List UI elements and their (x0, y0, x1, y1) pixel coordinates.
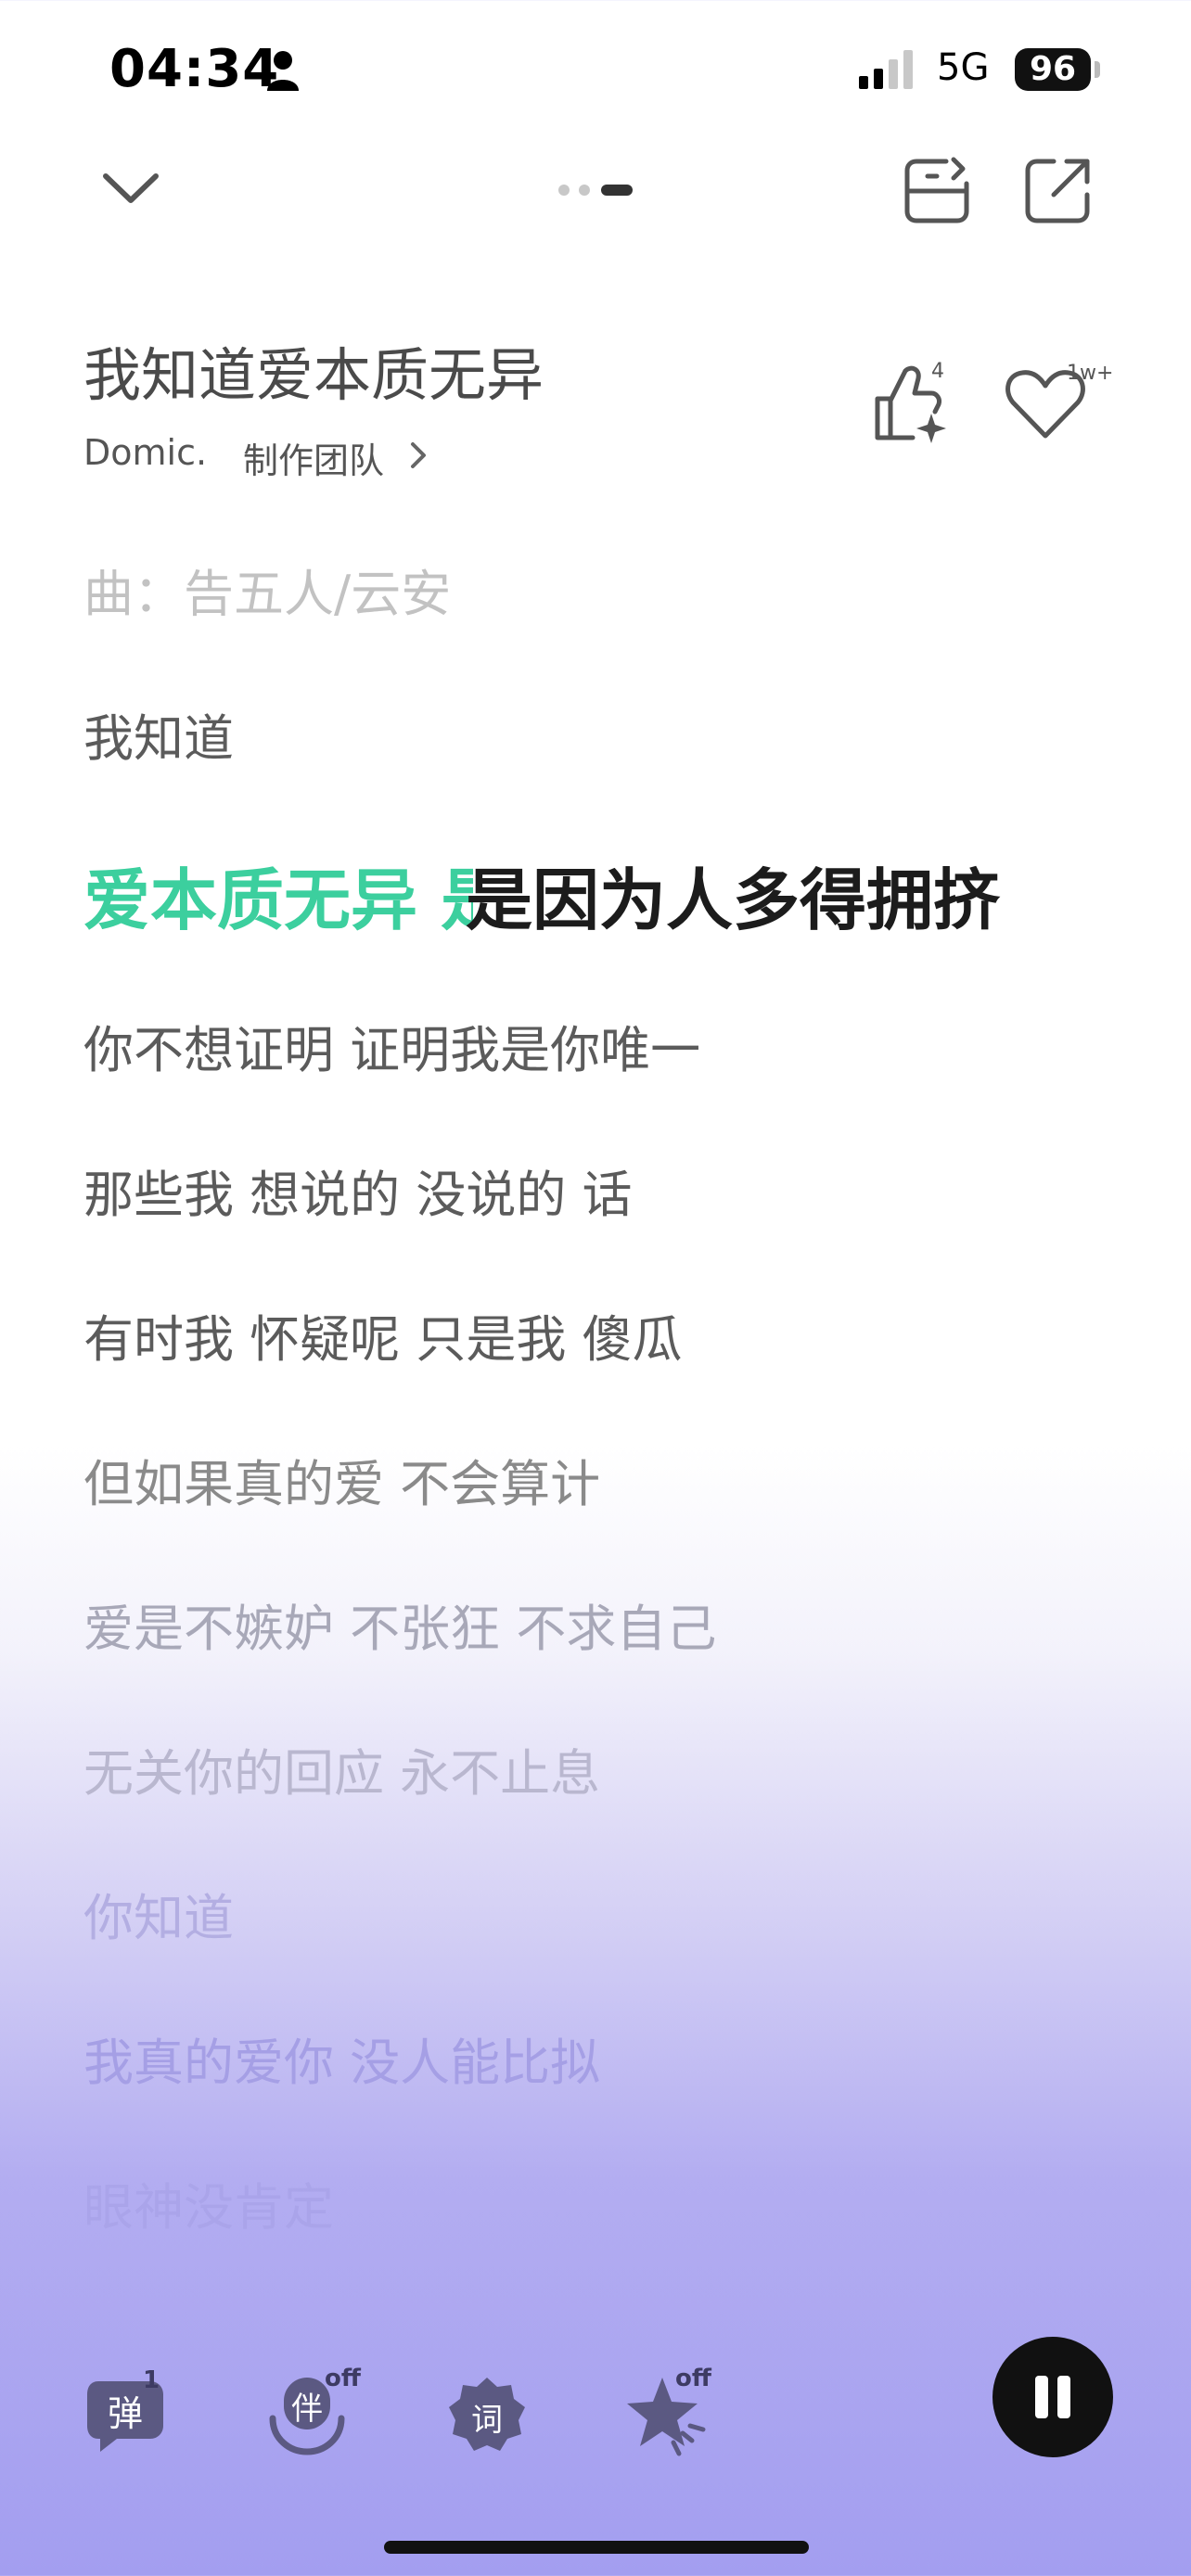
pause-button[interactable] (992, 2337, 1113, 2457)
battery-tip (1095, 61, 1100, 78)
current-lyric-sung: 爱本质无异 是 (83, 861, 473, 939)
share-icon[interactable] (1020, 154, 1095, 228)
pause-icon (1057, 2376, 1070, 2418)
person-icon (267, 51, 299, 91)
effect-off-badge: off (675, 2365, 711, 2392)
lyric-line[interactable]: 那些我 想说的 没说的 话 (83, 1154, 633, 1227)
production-team-link[interactable]: 制作团队 (243, 432, 384, 483)
lyric-line[interactable]: 爱是不嫉妒 不张狂 不求自己 (83, 1588, 716, 1661)
lyric-credit: 曲：告五人/云安 (83, 565, 452, 623)
lyric-line[interactable]: 但如果真的爱 不会算计 (83, 1443, 600, 1516)
thumbs-up-sparkle-icon[interactable] (870, 358, 959, 447)
lyric-line[interactable]: 我真的爱你 没人能比拟 (83, 2021, 600, 2095)
like-count: 4 (931, 360, 944, 383)
save-icon[interactable] (900, 154, 974, 228)
accompaniment-off-badge: off (325, 2365, 361, 2392)
lyric-line[interactable]: 我知道 (83, 697, 234, 771)
lyric-line[interactable]: 眼神没肯定 (83, 2166, 334, 2239)
lyric-line[interactable]: 无关你的回应 永不止息 (83, 1732, 600, 1805)
danmaku-count-badge: 1 (143, 2366, 160, 2394)
artist-link[interactable]: Domic. (83, 432, 207, 473)
battery-indicator: 96 (1015, 48, 1091, 91)
chevron-right-icon[interactable] (408, 440, 429, 471)
signal-icon (859, 50, 913, 89)
lyric-glyph: 词 (471, 2402, 503, 2439)
song-title: 我知道爱本质无异 (83, 341, 544, 409)
home-indicator[interactable] (384, 2541, 809, 2554)
lyric-style-button[interactable]: 词 (445, 2374, 529, 2457)
page-indicator (558, 185, 633, 196)
chevron-down-icon[interactable] (98, 163, 163, 215)
current-lyric-rest: 是因为人多得拥挤 (466, 861, 1001, 939)
lyric-line[interactable]: 你知道 (83, 1877, 234, 1950)
lyric-line[interactable]: 有时我 怀疑呢 只是我 傻瓜 (83, 1298, 683, 1371)
status-time: 04:34 (109, 39, 280, 99)
network-label: 5G (937, 46, 990, 89)
current-lyric-line[interactable]: 爱本质无异 是 是因为人多得拥挤 (83, 846, 1191, 939)
lyric-line[interactable]: 你不想证明 证明我是你唯一 (83, 1009, 700, 1082)
pause-icon (1035, 2376, 1048, 2418)
favorite-count: 1w+ (1067, 362, 1114, 385)
